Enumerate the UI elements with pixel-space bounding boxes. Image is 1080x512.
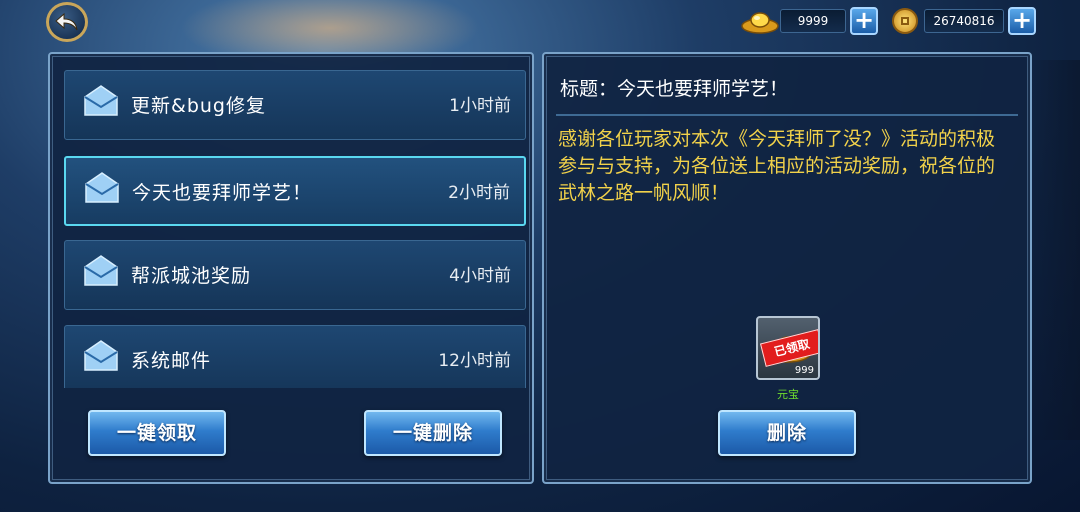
envelope-icon [84,85,118,116]
envelope-icon [84,255,118,286]
mail-time: 2小时前 [448,183,510,203]
mail-time: 4小时前 [449,266,511,286]
reward-name: 元宝 [777,388,799,401]
mail-detail-title: 标题：今天也要拜师学艺！ [560,78,789,100]
mail-item-selected[interactable]: 今天也要拜师学艺！ 2小时前 [64,156,526,226]
mail-item[interactable]: 更新&bug修复 1小时前 [64,70,526,140]
copper-coin-currency: 26740816 + [892,6,1036,36]
envelope-icon [84,340,118,371]
back-button[interactable] [46,2,88,42]
mail-detail-body: 感谢各位玩家对本次《今天拜师了没？》活动的积极参与与支持，为各位送上相应的活动奖… [558,128,996,204]
add-gold-ingot-button[interactable]: + [850,7,878,35]
mail-title: 今天也要拜师学艺！ [132,182,313,204]
mail-title: 帮派城池奖励 [131,265,252,287]
back-arrow-icon [55,12,78,31]
copper-coin-icon [892,8,918,34]
mail-list-panel: 更新&bug修复 1小时前 今天也要拜师学艺！ 2小时前 帮派城池奖励 4小时前 [48,52,534,484]
mail-title: 系统邮件 [131,350,212,372]
mail-detail-panel: 标题：今天也要拜师学艺！ 感谢各位玩家对本次《今天拜师了没？》活动的积极参与与支… [542,52,1032,484]
divider [556,114,1018,116]
gold-ingot-currency: 9999 + [740,6,878,36]
envelope-icon [85,172,119,203]
gold-ingot-icon [740,8,780,34]
reward-count: 999 [794,365,814,376]
add-copper-coin-button[interactable]: + [1008,7,1036,35]
claim-all-button[interactable]: 一键领取 [88,410,226,456]
delete-button[interactable]: 删除 [718,410,856,456]
reward-item-slot[interactable]: 已领取 999 [756,316,820,380]
mail-list[interactable]: 更新&bug修复 1小时前 今天也要拜师学艺！ 2小时前 帮派城池奖励 4小时前 [64,70,526,388]
plus-icon: + [853,6,875,34]
mail-title: 更新&bug修复 [131,95,266,117]
mail-item[interactable]: 帮派城池奖励 4小时前 [64,240,526,310]
gold-ingot-amount: 9999 [780,9,846,33]
mail-time: 1小时前 [449,96,511,116]
plus-icon: + [1011,6,1033,34]
delete-all-button[interactable]: 一键删除 [364,410,502,456]
copper-coin-amount: 26740816 [924,9,1004,33]
mail-time: 12小时前 [438,351,511,371]
mail-item[interactable]: 系统邮件 12小时前 [64,325,526,388]
